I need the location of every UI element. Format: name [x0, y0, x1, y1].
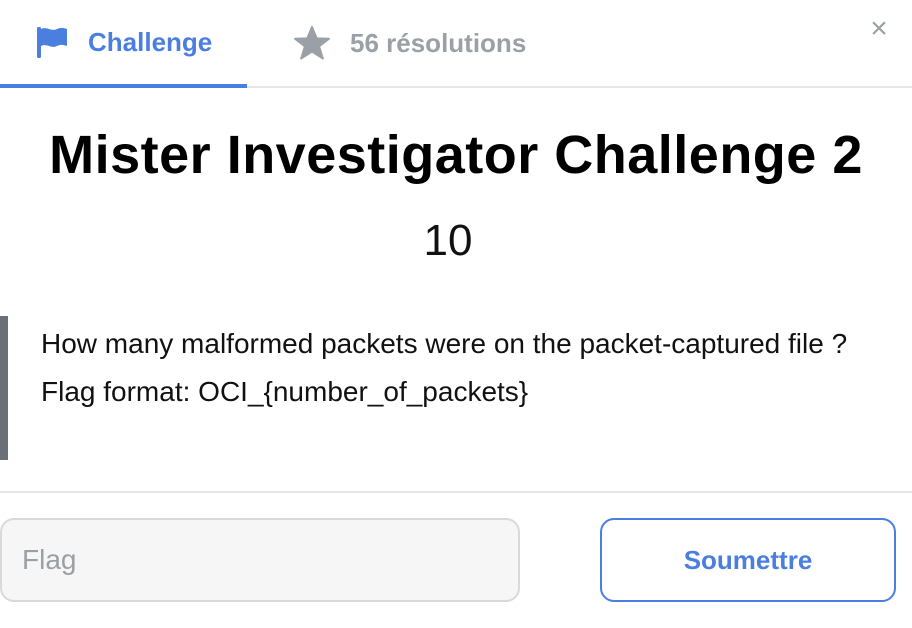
- tab-challenge-label: Challenge: [88, 26, 213, 57]
- challenge-modal: Challenge 56 résolutions × Mister Invest…: [0, 0, 912, 628]
- flag-icon: [34, 24, 70, 60]
- tab-solves-label: 56 résolutions: [350, 27, 527, 58]
- close-icon[interactable]: ×: [864, 14, 894, 44]
- description-line: Flag format: OCI_{number_of_packets}: [41, 376, 529, 407]
- challenge-points: 10: [423, 216, 473, 265]
- challenge-title: Mister Investigator Challenge 2: [49, 125, 863, 185]
- tab-challenge[interactable]: Challenge: [0, 0, 247, 88]
- star-icon: [294, 25, 330, 61]
- flag-input[interactable]: [0, 518, 520, 602]
- tab-bar: Challenge 56 résolutions ×: [0, 0, 912, 88]
- tab-solves[interactable]: 56 résolutions: [294, 0, 526, 86]
- submit-button[interactable]: Soumettre: [600, 518, 896, 602]
- description-line: How many malformed packets were on the p…: [41, 328, 848, 359]
- divider: [0, 491, 912, 493]
- challenge-description: How many malformed packets were on the p…: [0, 316, 900, 460]
